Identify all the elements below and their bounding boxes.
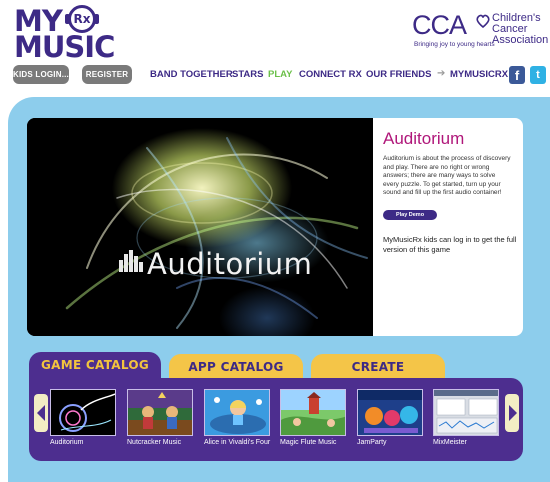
alice-thumb[interactable]: [204, 389, 270, 436]
logo-rx-badge: Rx: [65, 5, 99, 33]
kids-login-button[interactable]: KIDS LOGIN...: [13, 65, 69, 84]
chevron-right-icon: [509, 405, 517, 421]
game-info: Auditorium Auditorium is about the proce…: [383, 118, 523, 336]
art-game-title: Auditorium: [147, 247, 313, 281]
main-nav: KIDS LOGIN... REGISTER BAND TOGETHER STA…: [0, 60, 550, 90]
magic-flute-thumb[interactable]: [280, 389, 346, 436]
tab-create-anywhere[interactable]: CREATE ANYWHERE: [311, 354, 445, 400]
facebook-icon[interactable]: f: [509, 66, 525, 84]
cca-logo[interactable]: CCA Children's Cancer Association Bringi…: [412, 10, 548, 56]
cca-letters: CCA: [412, 10, 467, 40]
login-note: MyMusicRx kids can log in to get the ful…: [383, 235, 517, 254]
page: MY Rx MUSIC CCA Children's Cancer Associ…: [0, 0, 550, 482]
jamparty-thumb[interactable]: [357, 389, 423, 436]
jamparty-thumb-art: [358, 390, 422, 433]
nav-link-mymusicrx[interactable]: MYMUSICRX: [450, 69, 508, 80]
nutcracker-thumb[interactable]: [127, 389, 193, 436]
catalog-prev-button[interactable]: [34, 394, 48, 432]
nav-link-connect-rx[interactable]: CONNECT RX: [299, 69, 362, 80]
twitter-icon[interactable]: t: [530, 66, 546, 84]
light-swirl-art: [65, 137, 368, 329]
cca-name-line3: Association: [492, 34, 549, 46]
nav-link-stars[interactable]: STARS: [232, 69, 264, 80]
nav-link-band-together[interactable]: BAND TOGETHER: [150, 69, 233, 80]
featured-game-art[interactable]: Auditorium: [27, 118, 373, 336]
alice-thumb-art: [210, 397, 266, 434]
catalog-item[interactable]: JamParty: [357, 389, 425, 449]
catalog-item[interactable]: MixMeister: [433, 389, 501, 449]
tab-game-catalog[interactable]: GAME CATALOG: [29, 352, 161, 380]
equalizer-icon: [119, 250, 143, 272]
cca-name: Children's Cancer Association: [492, 13, 550, 46]
chevron-left-icon: [37, 405, 45, 421]
featured-game-panel: Auditorium Auditorium Auditorium is abou…: [27, 118, 523, 336]
mixmeister-thumb-art: [434, 390, 498, 434]
register-button[interactable]: REGISTER: [82, 65, 132, 84]
magic-flute-thumb-art: [281, 390, 345, 435]
tab-app-catalog[interactable]: APP CATALOG: [169, 354, 303, 380]
catalog-item-title[interactable]: MixMeister: [433, 439, 523, 446]
play-demo-button[interactable]: Play Demo: [383, 210, 437, 220]
catalog-item[interactable]: Alice in Vivaldi's Four: [204, 389, 272, 449]
catalog-item[interactable]: Auditorium: [50, 389, 118, 449]
arrow-right-icon: ➔: [437, 68, 446, 79]
cca-tagline: Bringing joy to young hearts: [414, 41, 495, 48]
catalog-item[interactable]: Nutcracker Music: [127, 389, 195, 449]
catalog-item[interactable]: Magic Flute Music: [280, 389, 348, 449]
nav-link-our-friends[interactable]: OUR FRIENDS: [366, 69, 431, 80]
game-title: Auditorium: [383, 129, 465, 148]
mymusicrx-logo[interactable]: MY Rx MUSIC: [12, 4, 132, 64]
catalog-next-button[interactable]: [505, 394, 519, 432]
nav-link-play[interactable]: PLAY: [268, 69, 292, 80]
mixmeister-thumb[interactable]: [433, 389, 499, 436]
heart-icon: [476, 14, 490, 28]
auditorium-thumb[interactable]: [50, 389, 116, 436]
game-description: Auditorium is about the process of disco…: [383, 155, 511, 197]
auditorium-thumb-art: [59, 393, 115, 432]
logo-line-music: MUSIC: [14, 30, 115, 64]
nutcracker-thumb-art: [128, 390, 192, 435]
